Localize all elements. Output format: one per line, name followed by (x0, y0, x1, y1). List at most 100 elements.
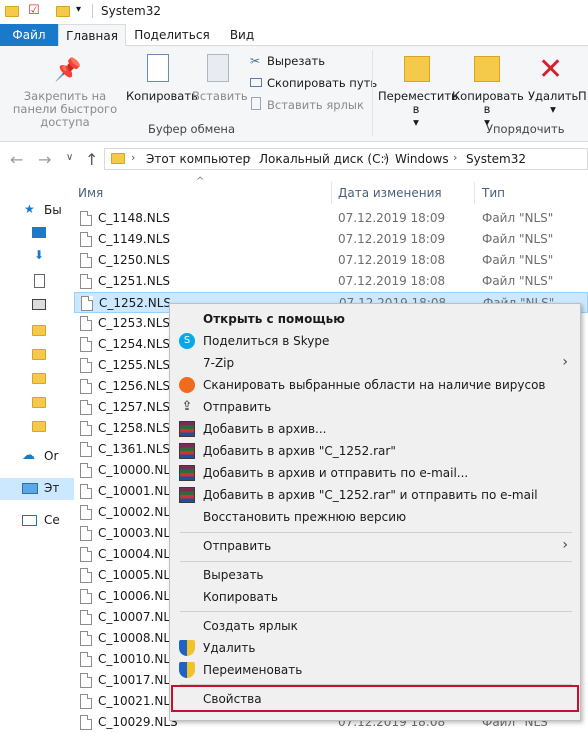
file-name: C_1252.NLS (99, 296, 172, 310)
menu-copy[interactable]: Копировать (170, 586, 580, 608)
menu-delete[interactable]: Удалить (170, 637, 580, 659)
menu-share-skype[interactable]: S Поделиться в Skype (170, 330, 580, 352)
file-row[interactable]: C_1251.NLS 07.12.2019 18:08 Файл "NLS" (74, 271, 588, 292)
breadcrumb-system32[interactable]: System32 (466, 152, 526, 166)
up-arrow-icon[interactable]: ↑ (85, 150, 98, 169)
menu-create-shortcut[interactable]: Создать ярлык (170, 615, 580, 637)
nav-quick-access[interactable]: ★ Бы (0, 200, 74, 222)
nav-onedrive[interactable]: ☁ Or (0, 446, 74, 468)
nav-downloads[interactable]: ⬇ (0, 246, 74, 268)
column-header-type[interactable]: Тип (482, 186, 505, 200)
back-arrow-icon[interactable]: ← (10, 150, 23, 169)
column-header-name[interactable]: Имя (78, 186, 103, 200)
nav-folder-3[interactable] (0, 368, 74, 390)
nav-folder-5[interactable] (0, 416, 74, 438)
menu-add-archive[interactable]: Добавить в архив... (170, 418, 580, 440)
forward-arrow-icon[interactable]: → (38, 150, 51, 169)
file-name: C_10010.NLS (98, 652, 178, 666)
nav-this-pc[interactable]: Эт (0, 478, 74, 500)
file-name: C_10029.NLS (98, 715, 178, 729)
download-arrow-icon: ⬇ (34, 248, 45, 262)
chevron-right-icon[interactable]: › (453, 151, 457, 164)
menu-open-with[interactable]: Открыть с помощью (170, 308, 580, 330)
move-to-button[interactable]: Переместить в ▾ (378, 90, 458, 129)
move-to-icon (404, 56, 430, 82)
tab-home[interactable]: Главная (58, 24, 126, 47)
chevron-right-icon[interactable]: › (131, 151, 135, 164)
nav-folder-2[interactable] (0, 344, 74, 366)
breadcrumb-local-disk[interactable]: Локальный диск (C:) (259, 152, 389, 166)
file-name: C_10017.NLS (98, 673, 178, 687)
menu-cut[interactable]: Вырезать (170, 564, 580, 586)
menu-rename[interactable]: Переименовать (170, 659, 580, 681)
chevron-right-icon: › (562, 354, 568, 370)
folder-icon (32, 325, 46, 336)
menu-add-rar[interactable]: Добавить в архив "C_1252.rar" (170, 440, 580, 462)
menu-7zip[interactable]: 7-Zip › (170, 352, 580, 374)
file-name: C_10003.NLS (98, 526, 178, 540)
breadcrumb-this-pc[interactable]: Этот компьютер (146, 152, 250, 166)
file-icon (80, 547, 92, 562)
nav-network[interactable]: Се (0, 510, 74, 532)
recent-locations-icon[interactable]: ∨ (66, 152, 73, 163)
ribbon-tabs: Файл Главная Поделиться Вид (0, 24, 588, 47)
tab-share[interactable]: Поделиться (132, 24, 212, 46)
menu-send[interactable]: ⇪ Отправить (170, 396, 580, 418)
file-icon (80, 526, 92, 541)
folder-icon (32, 373, 46, 384)
menu-restore-version[interactable]: Восстановить прежнюю версию (170, 506, 580, 528)
file-row[interactable]: C_1149.NLS 07.12.2019 18:09 Файл "NLS" (74, 229, 588, 250)
address-bar[interactable]: › Этот компьютер › Локальный диск (C:) ›… (104, 148, 588, 170)
winrar-icon (179, 465, 195, 481)
cut-button[interactable]: Вырезать (267, 55, 325, 68)
paste-button[interactable]: Вставить (192, 90, 248, 103)
document-icon (34, 274, 45, 288)
column-header-date[interactable]: Дата изменения (338, 186, 442, 200)
file-name: C_10008.NLS (98, 631, 178, 645)
nav-folder-1[interactable] (0, 320, 74, 342)
chevron-right-icon[interactable]: › (247, 151, 251, 164)
copy-path-button[interactable]: Скопировать путь (267, 77, 377, 90)
menu-add-archive-email[interactable]: Добавить в архив и отправить по e-mail..… (170, 462, 580, 484)
column-divider[interactable] (331, 182, 332, 204)
file-name: C_10002.NLS (98, 505, 178, 519)
new-folder-quick-icon[interactable] (56, 6, 70, 17)
file-name: C_10007.NLS (98, 610, 178, 624)
file-row[interactable]: C_1148.NLS 07.12.2019 18:09 Файл "NLS" (74, 208, 588, 229)
file-icon (80, 421, 92, 436)
uac-shield-icon (179, 662, 195, 678)
file-icon (80, 274, 92, 289)
delete-button[interactable]: Удалить ▾ (528, 90, 578, 116)
paste-shortcut-button[interactable]: Вставить ярлык (267, 99, 364, 112)
nav-folder-4[interactable] (0, 392, 74, 414)
menu-add-rar-email[interactable]: Добавить в архив "C_1252.rar" и отправит… (170, 484, 580, 506)
customize-quick-access-icon[interactable]: ▾ (76, 4, 81, 15)
winrar-icon (179, 421, 195, 437)
ribbon-separator (372, 50, 373, 136)
file-name: C_10001.NLS (98, 484, 178, 498)
nav-desktop[interactable] (0, 222, 74, 244)
chevron-right-icon[interactable]: › (383, 151, 387, 164)
file-icon (80, 631, 92, 646)
file-icon (80, 610, 92, 625)
menu-scan-viruses[interactable]: Сканировать выбранные области на наличие… (170, 374, 580, 396)
scissors-icon: ✂ (250, 54, 261, 68)
nav-pictures[interactable] (0, 294, 74, 316)
file-name: C_1257.NLS (98, 400, 171, 414)
copy-button[interactable]: Копировать (126, 90, 198, 103)
file-row[interactable]: C_1250.NLS 07.12.2019 18:08 Файл "NLS" (74, 250, 588, 271)
breadcrumb-windows[interactable]: Windows (395, 152, 449, 166)
column-divider[interactable] (474, 182, 475, 204)
file-type: Файл "NLS" (482, 253, 554, 267)
context-menu: Открыть с помощью S Поделиться в Skype 7-… (169, 303, 581, 721)
file-name: C_10004.NLS (98, 547, 178, 561)
nav-documents[interactable] (0, 270, 74, 292)
properties-quick-icon[interactable]: ☑ (28, 3, 40, 18)
winrar-icon (179, 443, 195, 459)
tab-file[interactable]: Файл (0, 24, 58, 46)
rename-button-partial[interactable]: П (578, 90, 588, 103)
menu-send-to[interactable]: Отправить › (170, 535, 580, 557)
file-type: Файл "NLS" (482, 274, 554, 288)
pin-quick-access-button[interactable]: Закрепить на панели быстрого доступа (4, 90, 126, 129)
tab-view[interactable]: Вид (222, 24, 262, 46)
